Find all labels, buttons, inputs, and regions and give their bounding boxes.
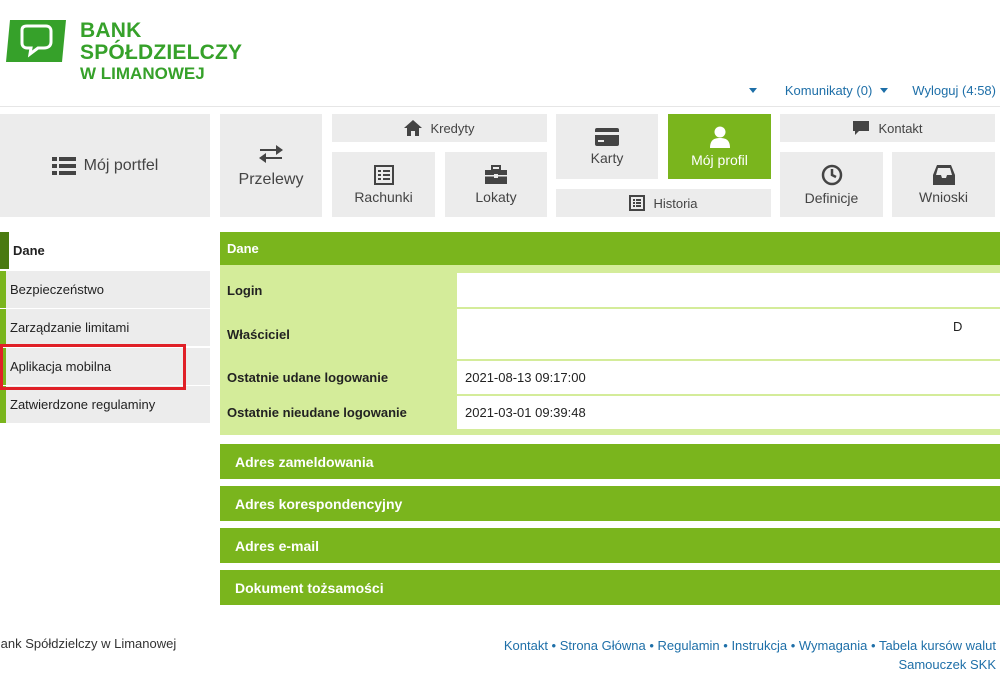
data-label: Właściciel bbox=[227, 326, 290, 342]
footer-link-samouczek[interactable]: Samouczek SKK bbox=[898, 657, 996, 672]
nav-moj-profil-label: Mój profil bbox=[691, 151, 748, 168]
sidebar-item-label: Zatwierdzone regulaminy bbox=[10, 397, 156, 412]
nav-definicje[interactable]: Definicje bbox=[780, 152, 883, 217]
messages-label: Komunikaty (0) bbox=[784, 83, 873, 98]
messages-link[interactable]: Komunikaty (0) bbox=[784, 83, 889, 98]
nav-moj-profil[interactable]: Mój profil bbox=[668, 114, 771, 179]
section-adres-zameldowania[interactable]: Adres zameldowania bbox=[220, 444, 1000, 479]
transfer-arrows-icon bbox=[259, 144, 283, 163]
sidebar-item-limity[interactable]: Zarządzanie limitami bbox=[0, 309, 210, 346]
nav-kontakt[interactable]: Kontakt bbox=[780, 114, 995, 142]
sidebar-item-label: Bezpieczeństwo bbox=[10, 281, 104, 297]
footer-link-kontakt[interactable]: Kontakt bbox=[504, 638, 548, 653]
nav-kredyty[interactable]: Kredyty bbox=[332, 114, 547, 142]
footer-link-wymagania[interactable]: Wymagania bbox=[799, 638, 868, 653]
top-divider bbox=[0, 106, 1000, 107]
ledger-icon bbox=[373, 164, 394, 185]
red-highlight-annotation bbox=[0, 344, 186, 390]
nav-wnioski[interactable]: Wnioski bbox=[892, 152, 995, 217]
nav-historia[interactable]: Historia bbox=[556, 189, 771, 217]
nav-rachunki[interactable]: Rachunki bbox=[332, 152, 435, 217]
footer-link-regulamin[interactable]: Regulamin bbox=[658, 638, 720, 653]
data-label: Ostatnie nieudane logowanie bbox=[227, 405, 407, 420]
sidebar-item-regulaminy[interactable]: Zatwierdzone regulaminy bbox=[0, 386, 210, 423]
credit-card-icon bbox=[595, 127, 619, 146]
inbox-icon bbox=[932, 164, 955, 185]
nav-kredyty-label: Kredyty bbox=[430, 120, 475, 136]
profile-sidebar: Dane Bezpieczeństwo Zarządzanie limitami… bbox=[0, 232, 210, 425]
data-row-login: Login bbox=[220, 273, 1000, 307]
nav-przelewy[interactable]: Przelewy bbox=[220, 114, 322, 217]
data-label: Login bbox=[227, 282, 263, 298]
footer-link-instrukcja[interactable]: Instrukcja bbox=[731, 638, 787, 653]
nav-wnioski-label: Wnioski bbox=[918, 188, 968, 205]
dane-panel-header[interactable]: Dane bbox=[220, 232, 1000, 265]
section-dokument-tozsamosci[interactable]: Dokument tożsamości bbox=[220, 570, 1000, 605]
sidebar-item-label: Zarządzanie limitami bbox=[10, 320, 130, 335]
sidebar-item-dane[interactable]: Dane bbox=[0, 232, 210, 269]
nav-rachunki-label: Rachunki bbox=[354, 188, 413, 205]
section-adres-email[interactable]: Adres e-mail bbox=[220, 528, 1000, 563]
footer-link-tabela-kursow[interactable]: Tabela kursów walut bbox=[879, 638, 996, 653]
history-list-icon bbox=[629, 195, 646, 211]
logout-link[interactable]: Wyloguj (4:58) bbox=[912, 83, 996, 98]
data-value: 2021-08-13 09:17:00 bbox=[457, 361, 1000, 394]
sidebar-item-bezpieczenstwo[interactable]: Bezpieczeństwo bbox=[0, 270, 210, 308]
nav-definicje-label: Definicje bbox=[804, 189, 859, 206]
nav-lokaty-label: Lokaty bbox=[475, 188, 517, 205]
data-row-owner: Właściciel D bbox=[220, 309, 1000, 359]
nav-moj-portfel-label: Mój portfel bbox=[83, 156, 159, 174]
bank-name-line2: W LIMANOWEJ bbox=[80, 64, 205, 83]
profile-main: Dane Login Właściciel D Ostatnie udane l… bbox=[220, 232, 1000, 605]
nav-karty-label: Karty bbox=[590, 149, 624, 166]
bank-name-line1: BANK SPÓŁDZIELCZY bbox=[80, 19, 243, 64]
data-value-owner: D bbox=[457, 309, 1000, 359]
bank-logo[interactable]: BANK SPÓŁDZIELCZY W LIMANOWEJ bbox=[4, 18, 304, 83]
nav-moj-portfel[interactable]: Mój portfel bbox=[0, 114, 210, 217]
messages-caret-icon bbox=[880, 88, 889, 93]
data-row-last-failed-login: Ostatnie nieudane logowanie 2021-03-01 0… bbox=[220, 396, 1000, 429]
section-adres-korespondencyjny[interactable]: Adres korespondencyjny bbox=[220, 486, 1000, 521]
list-icon bbox=[51, 156, 76, 175]
clock-icon bbox=[821, 164, 842, 185]
chat-bubble-icon bbox=[853, 121, 870, 135]
bank-name: BANK SPÓŁDZIELCZY W LIMANOWEJ bbox=[80, 20, 304, 84]
nav-historia-label: Historia bbox=[653, 195, 698, 211]
data-value bbox=[457, 273, 1000, 307]
nav-karty[interactable]: Karty bbox=[556, 114, 658, 179]
nav-lokaty[interactable]: Lokaty bbox=[445, 152, 547, 217]
user-icon bbox=[709, 126, 730, 148]
top-bar: Komunikaty (0) Wyloguj (4:58) bbox=[748, 83, 996, 98]
dropdown-caret-icon[interactable] bbox=[748, 88, 757, 93]
footer-links: Kontakt • Strona Główna • Regulamin • In… bbox=[503, 638, 996, 672]
footer-copyright: Bank Spółdzielczy w Limanowej bbox=[0, 636, 177, 651]
data-value: 2021-03-01 09:39:48 bbox=[457, 396, 1000, 429]
sidebar-item-label: Dane bbox=[13, 243, 45, 258]
data-row-last-login: Ostatnie udane logowanie 2021-08-13 09:1… bbox=[220, 361, 1000, 394]
data-label: Ostatnie udane logowanie bbox=[227, 370, 389, 385]
dane-panel-body: Login Właściciel D Ostatnie udane logowa… bbox=[220, 265, 1000, 435]
briefcase-icon bbox=[485, 164, 507, 184]
owner-value: D bbox=[953, 319, 963, 334]
nav-przelewy-label: Przelewy bbox=[238, 170, 304, 188]
home-icon bbox=[404, 120, 423, 136]
footer-link-strona-glowna[interactable]: Strona Główna bbox=[560, 638, 646, 653]
nav-kontakt-label: Kontakt bbox=[878, 120, 923, 136]
bank-logo-icon bbox=[6, 20, 66, 62]
